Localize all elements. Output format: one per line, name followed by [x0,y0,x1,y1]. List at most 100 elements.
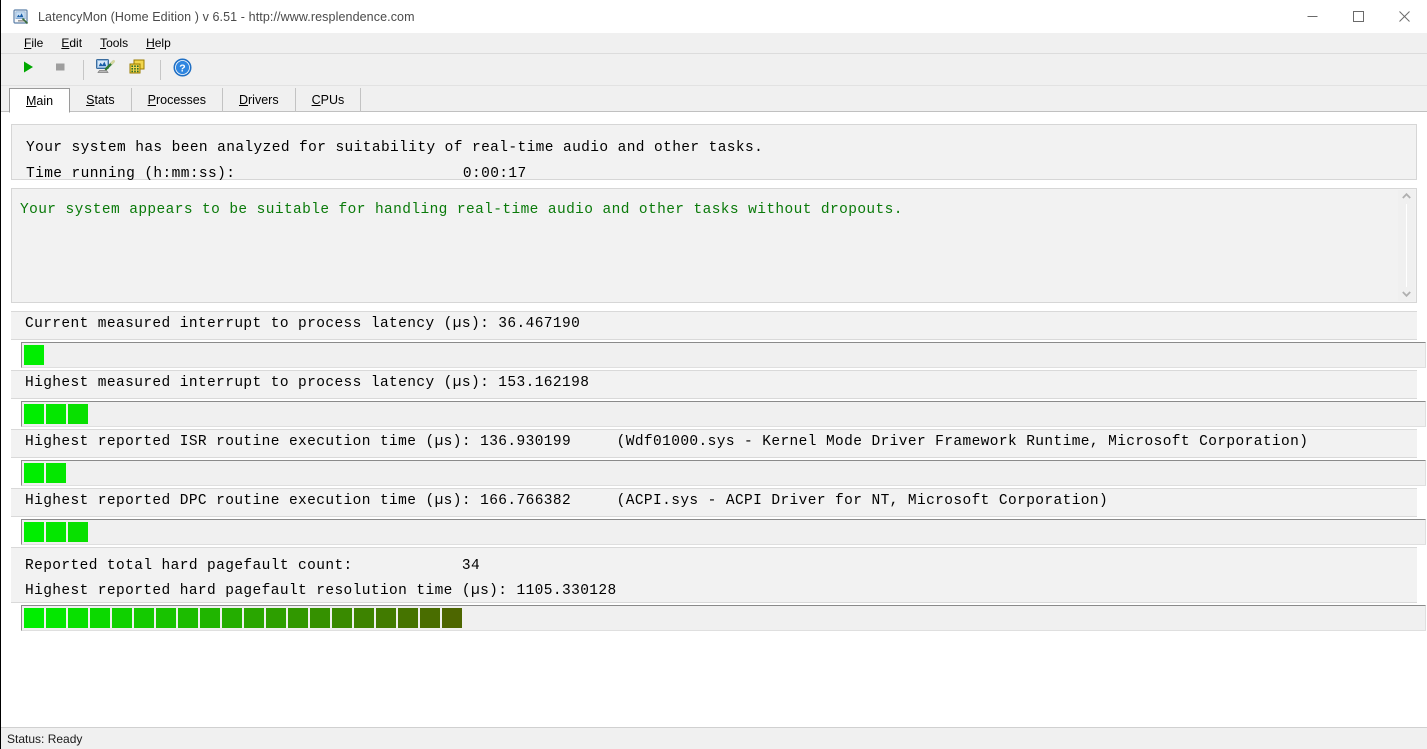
bar-segment [68,522,88,542]
pagefault-resolution-bar [21,605,1426,631]
toolbar: ? [1,54,1427,86]
toolbar-separator-2 [160,59,161,80]
window-title: LatencyMon (Home Edition ) v 6.51 - http… [38,9,415,24]
monitor-wand-icon [95,57,115,82]
metric-label: Highest measured interrupt to process la… [25,375,490,391]
highest-interrupt-to-process-latency-bar [21,401,1426,427]
menu-item-help-label: elp [154,36,171,50]
time-running-value: 0:00:17 [462,166,527,182]
bar-segment [376,608,396,628]
tab-processes[interactable]: Processes [132,88,223,112]
bar-segment [90,608,110,628]
bar-segment [398,608,418,628]
tab-processes-label: rocesses [155,93,206,107]
minimize-icon[interactable] [1289,0,1335,33]
menu-item-help[interactable]: Help [137,34,180,52]
chevron-up-icon[interactable] [1402,192,1411,201]
toolbar-separator-1 [83,59,84,80]
close-icon[interactable] [1381,0,1427,33]
tab-main[interactable]: Main [9,88,71,113]
pagefault-count-label-line: Reported total hard pagefault count: 34 [25,554,1417,579]
svg-text:?: ? [179,62,185,74]
copy-report-button[interactable] [122,56,152,84]
start-monitoring-button[interactable] [13,56,43,84]
latencymon-window: LatencyMon (Home Edition ) v 6.51 - http… [0,0,1427,749]
bar-segment [420,608,440,628]
bar-segment [134,608,154,628]
menu-item-file[interactable]: File [15,34,52,52]
bar-segment [24,522,44,542]
bar-segment [332,608,352,628]
system-analysis-button[interactable] [90,56,120,84]
scrollbar-track [1406,204,1407,287]
menu-item-file-label: ile [31,36,44,50]
menu-bar: File Edit Tools Help [1,33,1427,54]
maximize-icon[interactable] [1335,0,1381,33]
help-button[interactable]: ? [167,56,197,84]
menu-item-edit[interactable]: Edit [52,34,91,52]
tab-cpus-label: PUs [320,93,345,107]
metric-spacer-2 [571,434,617,450]
pagefault-spacer [353,558,462,574]
bar-segment [46,404,66,424]
time-running-row: Time running (h:mm:ss): 0:00:17 [26,161,1402,187]
bar-segment [68,608,88,628]
pagefault-time-label-line: Highest reported hard pagefault resoluti… [25,579,1417,604]
menu-item-edit-label: dit [69,36,83,50]
bar-segment [24,608,44,628]
analysis-headline: Your system has been analyzed for suitab… [26,140,764,156]
main-panel: Your system has been analyzed for suitab… [1,112,1427,727]
bar-segment [24,463,44,483]
metric-spacer [489,316,498,332]
highest-isr-routine-execution-time-bar [21,460,1426,486]
verdict-text: Your system appears to be suitable for h… [20,202,903,218]
bar-segment [46,608,66,628]
metric-spacer-2 [571,493,617,509]
highest-isr-routine-execution-time-row: Highest reported ISR routine execution t… [11,429,1417,458]
summary-panel: Your system has been analyzed for suitab… [11,124,1417,182]
bar-segment [288,608,308,628]
time-running-spacer [235,166,463,182]
chevron-down-icon[interactable] [1402,290,1411,299]
stop-monitoring-button[interactable] [45,56,75,84]
metric-label: Current measured interrupt to process la… [25,316,490,332]
metric-value: 136.930199 [480,434,572,450]
verdict-scrollbar[interactable] [1398,190,1415,301]
metrics-list: Current measured interrupt to process la… [11,311,1426,727]
play-icon [21,60,35,79]
current-interrupt-to-process-latency-bar [21,342,1426,368]
metric-spacer [471,434,480,450]
metric-label: Highest reported DPC routine execution t… [25,493,471,509]
copy-layers-icon [127,57,147,82]
tab-drivers[interactable]: Drivers [223,88,296,112]
verdict-panel: Your system appears to be suitable for h… [11,188,1417,303]
bar-segment [266,608,286,628]
bar-segment [354,608,374,628]
bar-segment [442,608,462,628]
metric-spacer [471,493,480,509]
bar-segment [200,608,220,628]
current-interrupt-to-process-latency-row: Current measured interrupt to process la… [11,311,1417,340]
tab-drivers-label: rivers [248,93,279,107]
pagefault-count-value: 34 [461,558,481,574]
pagefault-rows: Reported total hard pagefault count: 34 H… [11,547,1417,603]
bar-segment [24,404,44,424]
bar-segment [46,522,66,542]
bar-segment [222,608,242,628]
bar-segment [24,345,44,365]
highest-interrupt-to-process-latency-row: Highest measured interrupt to process la… [11,370,1417,399]
title-bar: LatencyMon (Home Edition ) v 6.51 - http… [1,0,1427,33]
bar-segment [46,463,66,483]
tab-cpus[interactable]: C PUs [296,88,362,112]
menu-item-tools[interactable]: Tools [91,34,137,52]
tab-main-label: ain [36,93,54,108]
status-bar: Status: Ready [1,727,1427,749]
metric-value: 36.467190 [498,316,581,332]
tab-stats[interactable]: Stats [70,88,132,112]
tab-stats-label: tats [94,93,115,107]
bar-segment [310,608,330,628]
latencymon-app-icon [13,8,29,25]
highest-dpc-routine-execution-time-row: Highest reported DPC routine execution t… [11,488,1417,517]
menu-item-tools-label: ools [106,36,129,50]
bar-segment [178,608,198,628]
